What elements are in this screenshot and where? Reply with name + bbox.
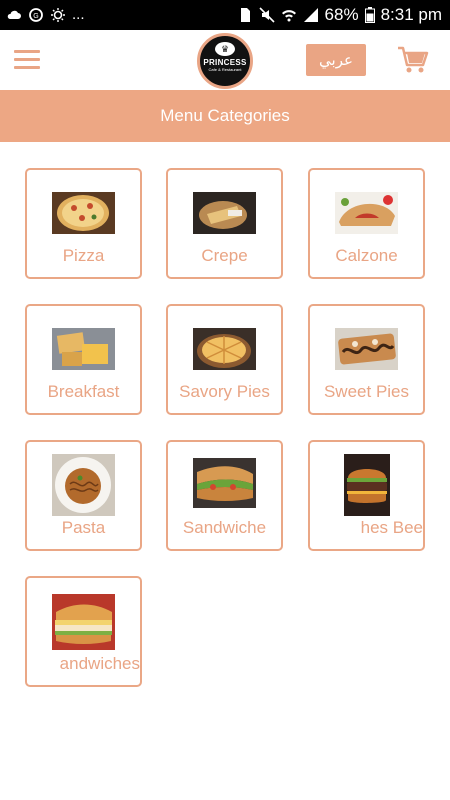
language-toggle-button[interactable]: عربي: [306, 44, 366, 76]
category-card-crepe[interactable]: Crepe: [166, 168, 283, 279]
category-label: Sandwiche: [182, 518, 267, 537]
category-card-burgers[interactable]: hes Bee: [308, 440, 425, 551]
crepe-image: [193, 192, 256, 234]
princess-logo: ♛ PRINCESS Cafe & Restaurant: [197, 33, 253, 89]
category-label: Breakfast: [47, 382, 120, 401]
svg-text:G: G: [33, 13, 38, 20]
menu-categories-title: Menu Categories: [0, 90, 450, 142]
category-label: Pizza: [62, 246, 105, 265]
battery-icon: [364, 7, 375, 23]
category-label: Crepe: [201, 246, 248, 265]
category-card-sandwiches[interactable]: Sandwiche: [166, 440, 283, 551]
category-card-sub-sandwiches[interactable]: andwiches: [25, 576, 142, 687]
category-card-pasta[interactable]: Pasta: [25, 440, 142, 551]
sim-icon: [240, 8, 250, 22]
logo-name: PRINCESS: [203, 58, 247, 67]
category-card-breakfast[interactable]: Breakfast: [25, 304, 142, 415]
category-card-savory-pies[interactable]: Savory Pies: [166, 304, 283, 415]
app-header: ♛ PRINCESS Cafe & Restaurant عربي: [0, 30, 450, 90]
signal-icon: [303, 8, 318, 22]
status-left-icons: G ...: [6, 6, 85, 23]
category-label: Savory Pies: [179, 382, 270, 401]
crown-icon: ♛: [215, 42, 235, 56]
status-right-icons: 68% 8:31 pm: [237, 5, 442, 25]
battery-percent: 68%: [324, 5, 359, 24]
status-overflow: ...: [72, 6, 85, 23]
calzone-image: [335, 192, 398, 234]
sandwiches-image: [193, 458, 256, 508]
data-saver-icon: G: [29, 7, 43, 22]
category-label: Pasta: [61, 518, 106, 537]
burger-image: [344, 454, 390, 516]
mute-icon: [258, 7, 275, 23]
category-card-sweet-pies[interactable]: Sweet Pies: [308, 304, 425, 415]
brightness-icon: [51, 7, 65, 22]
logo-subtitle: Cafe & Restaurant: [208, 67, 242, 72]
hamburger-menu-icon[interactable]: [14, 50, 40, 70]
cart-icon[interactable]: [397, 45, 429, 75]
status-bar: G ... 68% 8:31 pm: [0, 0, 450, 30]
wifi-icon: [281, 10, 296, 22]
category-label: hes Bee: [360, 518, 423, 537]
category-label: Calzone: [335, 246, 398, 265]
sub-sandwich-image: [52, 594, 115, 650]
cloud-icon: [7, 10, 21, 19]
category-card-calzone[interactable]: Calzone: [308, 168, 425, 279]
category-label: andwiches: [59, 654, 140, 673]
category-card-pizza[interactable]: Pizza: [25, 168, 142, 279]
pizza-image: [52, 192, 115, 234]
category-label: Sweet Pies: [323, 382, 410, 401]
clock: 8:31 pm: [380, 5, 442, 24]
savory-pies-image: [193, 328, 256, 370]
breakfast-image: [52, 328, 115, 370]
pasta-image: [52, 454, 115, 516]
sweet-pies-image: [335, 328, 398, 370]
